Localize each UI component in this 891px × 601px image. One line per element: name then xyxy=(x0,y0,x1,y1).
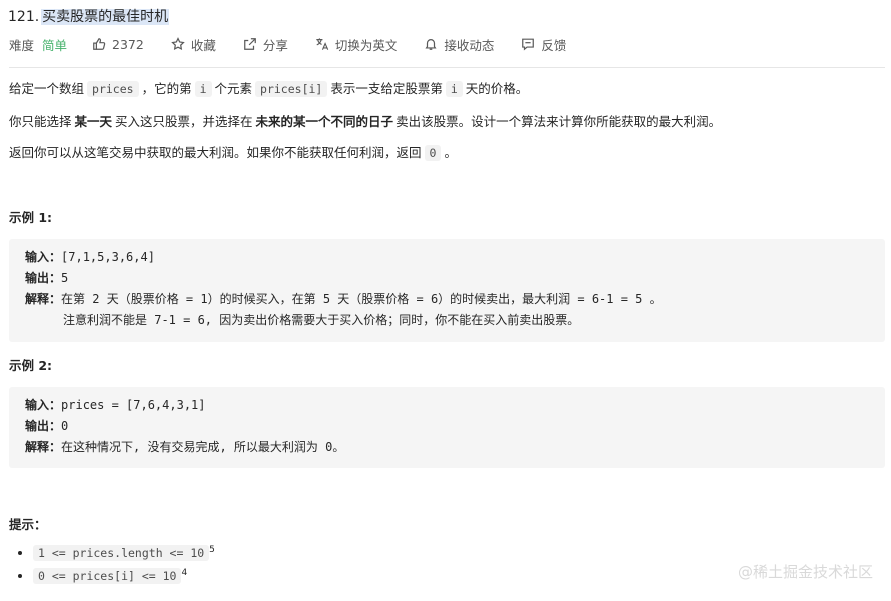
example-2-explanation: 解释：在这种情况下, 没有交易完成, 所以最大利润为 0。 xyxy=(25,440,345,454)
problem-page: 121. 买卖股票的最佳时机 难度 简单 2372 收藏 分享 切换为英文 接收… xyxy=(0,0,891,601)
bold-text: 未来的某一个不同的日子 xyxy=(255,114,394,129)
inline-code: i xyxy=(194,81,212,97)
example-2-output: 输出：0 xyxy=(25,419,69,433)
hint-item: 0 <= prices[i] <= 104 xyxy=(33,563,215,586)
translate-icon xyxy=(316,38,329,50)
inline-code: prices xyxy=(87,81,139,97)
inline-code: prices[i] xyxy=(255,81,328,97)
message-icon xyxy=(522,38,535,51)
hints-heading: 提示： xyxy=(9,517,47,532)
hint-item: 1 <= prices.length <= 105 xyxy=(33,540,215,563)
example-2-block: 输入：prices = [7,6,4,3,1] 输出：0 解释：在这种情况下, … xyxy=(9,387,885,468)
notify-label: 接收动态 xyxy=(444,37,495,53)
share-icon xyxy=(243,38,256,50)
star-icon xyxy=(171,37,185,51)
feedback-button[interactable]: 反馈 xyxy=(521,35,566,54)
problem-meta-bar: 难度 简单 2372 收藏 分享 切换为英文 接收动态 反馈 xyxy=(9,34,885,54)
example-2-heading: 示例 2: xyxy=(9,358,53,373)
problem-title: 121. 买卖股票的最佳时机 xyxy=(8,7,170,27)
switch-language-label: 切换为英文 xyxy=(334,37,398,53)
description-paragraph-1: 给定一个数组 prices ，它的第 i 个元素 prices[i] 表示一支给定股票第 i 天… xyxy=(9,81,529,97)
bold-text: 某一天 xyxy=(74,114,113,129)
hints-list: 1 <= prices.length <= 105 0 <= prices[i]… xyxy=(9,540,215,586)
like-count: 2372 xyxy=(112,36,144,52)
example-1-input: 输入：[7,1,5,3,6,4] xyxy=(25,250,155,264)
example-1-explanation-line-2: 注意利润不能是 7-1 = 6, 因为卖出价格需要大于买入价格；同时，你不能在买… xyxy=(63,313,580,327)
description-paragraph-2: 你只能选择 某一天 买入这只股票，并选择在 未来的某一个不同的日子 卖出该股票。设计一个… xyxy=(9,114,722,129)
feedback-label: 反馈 xyxy=(541,37,567,53)
watermark: @稀土掘金技术社区 xyxy=(737,563,873,581)
inline-code: i xyxy=(445,81,463,97)
problem-name: 买卖股票的最佳时机 xyxy=(41,9,170,25)
inline-code: 0 xyxy=(424,145,442,161)
share-label: 分享 xyxy=(262,37,288,53)
difficulty-label: 难度 xyxy=(9,37,35,53)
favorite-button[interactable]: 收藏 xyxy=(171,35,216,54)
problem-number: 121. xyxy=(8,9,40,25)
thumbs-up-icon xyxy=(93,38,106,50)
difficulty-value: 简单 xyxy=(42,37,68,53)
example-1-block: 输入：[7,1,5,3,6,4] 输出：5 解释：在第 2 天（股票价格 = 1… xyxy=(9,239,885,342)
example-2-input: 输入：prices = [7,6,4,3,1] xyxy=(25,398,206,412)
example-1-output: 输出：5 xyxy=(25,271,69,285)
notify-button[interactable]: 接收动态 xyxy=(424,35,494,54)
like-button[interactable]: 2372 xyxy=(92,37,144,52)
header-divider xyxy=(9,67,885,68)
share-button[interactable]: 分享 xyxy=(243,35,288,54)
bell-icon xyxy=(425,39,437,50)
favorite-label: 收藏 xyxy=(190,37,216,53)
example-1-heading: 示例 1: xyxy=(9,210,53,225)
switch-language-button[interactable]: 切换为英文 xyxy=(315,35,398,54)
description-paragraph-3: 返回你可以从这笔交易中获取的最大利润。如果你不能获取任何利润，返回 0。 xyxy=(9,145,457,161)
example-1-explanation: 解释：在第 2 天（股票价格 = 1）的时候买入，在第 5 天（股票价格 = 6… xyxy=(25,292,662,306)
